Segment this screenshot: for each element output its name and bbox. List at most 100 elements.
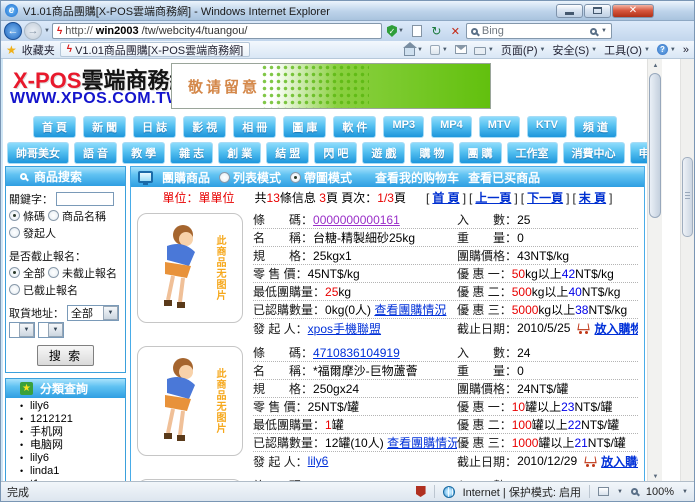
pickup-select[interactable]: 全部▼ (67, 305, 119, 321)
pickup-sub-select-1[interactable]: ▼ (9, 322, 35, 338)
minimize-button[interactable] (556, 4, 583, 18)
browser-tab[interactable]: ϟ V1.01商品團購[X-POS雲端商務網] (60, 42, 250, 57)
safety-shield-button[interactable]: ✓▼ (384, 23, 407, 40)
radio-closed[interactable] (9, 284, 20, 295)
nav-games[interactable]: 遊 戲 (362, 142, 405, 164)
nav-gallery[interactable]: 圖 庫 (283, 116, 326, 138)
outer-scrollbar-thumb[interactable] (682, 157, 693, 237)
nav-flash[interactable]: 閃 吧 (314, 142, 357, 164)
command-overflow-button[interactable]: » (683, 44, 689, 56)
category-item[interactable]: 手机网 (20, 426, 125, 438)
nav-teach[interactable]: 教 學 (122, 142, 165, 164)
view-group-status-link[interactable]: 查看團購情況 (387, 434, 457, 451)
home-button[interactable]: ▼ (404, 44, 423, 56)
keyword-input[interactable] (56, 192, 114, 206)
back-button[interactable]: ← (4, 22, 22, 40)
nav-mp3[interactable]: MP3 (383, 116, 424, 138)
change-zoom-icon[interactable] (598, 487, 609, 496)
next-page-link[interactable]: 下一頁 (527, 189, 563, 206)
smartscreen-alert-icon[interactable] (416, 486, 426, 497)
list-mode-option[interactable]: 列表模式 (219, 169, 281, 186)
close-button[interactable]: ✕ (612, 4, 654, 18)
product-image[interactable]: 此商品无图片 (137, 213, 243, 323)
forward-button[interactable]: → (24, 22, 42, 40)
nav-groupbuy[interactable]: 團 購 (459, 142, 502, 164)
nav-startup[interactable]: 創 業 (218, 142, 261, 164)
nav-apply-service[interactable]: 申請服務 (630, 142, 647, 164)
radio-initiator[interactable] (9, 227, 20, 238)
product-image[interactable]: 此商品无图片 (137, 346, 243, 456)
inner-scrollbar-thumb[interactable] (649, 73, 661, 218)
category-item[interactable]: 电脑网 (20, 439, 125, 451)
nav-alliance[interactable]: 結 盟 (266, 142, 309, 164)
read-mail-button[interactable] (455, 45, 467, 54)
zoom-dropdown-icon[interactable]: ▼ (682, 489, 688, 495)
radio-barcode[interactable] (9, 210, 20, 221)
list-mode-radio[interactable] (219, 172, 230, 183)
nav-blog[interactable]: 日 誌 (133, 116, 176, 138)
category-item[interactable]: linda1 (20, 465, 125, 477)
print-button[interactable]: ▼ (474, 44, 494, 55)
first-page-link[interactable]: 首 頁 (432, 189, 459, 206)
category-item[interactable]: lily6 (20, 452, 125, 464)
search-go-icon[interactable] (590, 28, 597, 35)
barcode-link[interactable]: 4710836104919 (313, 346, 400, 360)
feeds-button[interactable]: ▼ (430, 45, 448, 55)
pickup-sub-select-2[interactable]: ▼ (38, 322, 64, 338)
history-dropdown-icon[interactable]: ▼ (44, 28, 50, 34)
favorites-label[interactable]: 收藏夹 (22, 42, 55, 58)
page-menu-button[interactable]: 页面(P)▼ (501, 42, 546, 58)
compatibility-view-button[interactable] (409, 23, 426, 40)
outer-scrollbar[interactable] (680, 59, 694, 483)
help-menu-button[interactable]: ?▼ (657, 44, 676, 55)
nav-ktv[interactable]: KTV (527, 116, 567, 138)
nav-consumer-center[interactable]: 消費中心 (563, 142, 625, 164)
nav-mtv[interactable]: MTV (479, 116, 520, 138)
zoom-mode-dropdown-icon[interactable]: ▼ (617, 489, 623, 495)
tools-menu-button[interactable]: 工具(O)▼ (604, 42, 650, 58)
initiator-link[interactable]: lily6 (308, 454, 329, 468)
address-input[interactable]: ϟ http://win2003/tw/webcity4/tuangou/ (52, 23, 382, 39)
pickup-sub2-dropdown-icon[interactable]: ▼ (48, 323, 63, 337)
search-submit-button[interactable]: 搜 索 (37, 345, 94, 366)
view-bought-link[interactable]: 查看已买商品 (468, 169, 540, 186)
nav-home[interactable]: 首 頁 (33, 116, 76, 138)
initiator-link[interactable]: xpos手機聯盟 (308, 320, 381, 337)
nav-video[interactable]: 影 視 (183, 116, 226, 138)
pickup-sub1-dropdown-icon[interactable]: ▼ (19, 323, 34, 337)
search-dropdown-icon[interactable]: ▼ (601, 28, 607, 34)
maximize-button[interactable] (584, 4, 611, 18)
nav-beauty[interactable]: 帥哥美女 (7, 142, 69, 164)
scroll-up-icon[interactable]: ▲ (650, 60, 661, 71)
nav-software[interactable]: 軟 件 (333, 116, 376, 138)
nav-news[interactable]: 新 聞 (83, 116, 126, 138)
safety-menu-button[interactable]: 安全(S)▼ (552, 42, 597, 58)
radio-all[interactable] (9, 267, 20, 278)
ad-banner[interactable]: 敬请留意 (171, 63, 491, 109)
nav-voice[interactable]: 語 音 (74, 142, 117, 164)
nav-studio[interactable]: 工作室 (507, 142, 558, 164)
nav-album[interactable]: 相 冊 (233, 116, 276, 138)
inner-scrollbar[interactable]: ▲ ▼ (647, 59, 662, 483)
favorites-star-icon[interactable]: ★ (6, 43, 17, 57)
category-item[interactable]: lily6 (20, 400, 125, 412)
image-mode-radio[interactable] (290, 172, 301, 183)
prev-page-link[interactable]: 上一頁 (475, 189, 511, 206)
search-input[interactable]: Bing ▼ (466, 23, 612, 39)
image-mode-option[interactable]: 帶圖模式 (290, 169, 352, 186)
view-my-cart-link[interactable]: 查看我的购物车 (375, 169, 459, 186)
add-to-cart-link[interactable]: 放入購物車 (601, 453, 638, 470)
radio-product-name[interactable] (48, 210, 59, 221)
nav-mp4[interactable]: MP4 (431, 116, 472, 138)
radio-not-closed[interactable] (48, 267, 59, 278)
nav-magazine[interactable]: 雜 志 (170, 142, 213, 164)
nav-channel[interactable]: 頻 道 (574, 116, 617, 138)
category-item[interactable]: 1212121 (20, 413, 125, 425)
zoom-level-value[interactable]: 100% (646, 486, 674, 498)
refresh-button[interactable]: ↻ (428, 23, 445, 40)
add-to-cart-link[interactable]: 放入購物車 (594, 320, 638, 337)
last-page-link[interactable]: 末 頁 (579, 189, 606, 206)
barcode-link[interactable]: 0000000000161 (313, 213, 400, 227)
nav-shopping[interactable]: 購 物 (410, 142, 453, 164)
view-group-status-link[interactable]: 查看團購情況 (374, 301, 446, 318)
